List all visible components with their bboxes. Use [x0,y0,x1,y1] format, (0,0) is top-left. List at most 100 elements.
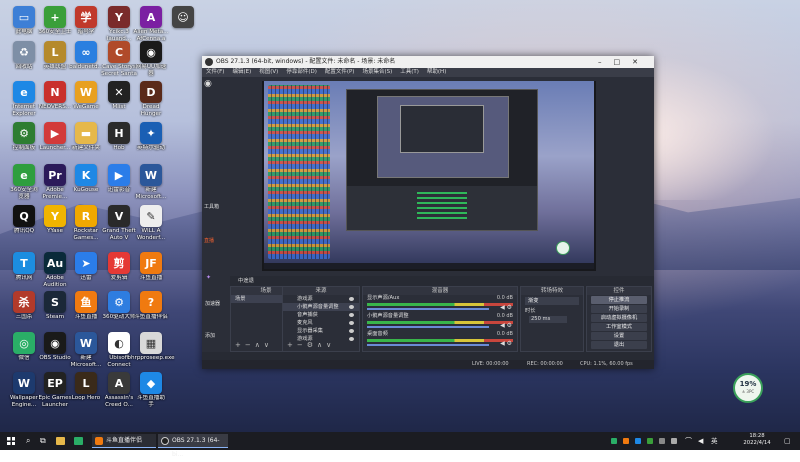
taskbar-app-obs[interactable]: OBS 27.1.3 (64-bi... [158,434,228,458]
menu-item-5[interactable]: 场景集合(S) [362,69,392,75]
desktop-icon-label: 新建 Microsoft... [135,187,167,200]
obs-preview[interactable] [262,81,596,271]
menu-item-0[interactable]: 文件(F) [206,69,224,75]
obs-titlebar[interactable]: OBS 27.1.3 (64-bit, windows) - 配置文件: 未命名… [202,56,654,68]
taskbar-app-label-1: OBS 27.1.3 (64-bi... [172,437,220,458]
tray-misc-icon[interactable] [659,438,665,444]
nested-preview-inner [400,105,484,153]
volume-meter [367,321,513,324]
volume-slider[interactable] [367,344,489,346]
status-live: LIVE: 00:00:00 [472,361,509,367]
left-tab-live[interactable]: 直播 [204,237,214,244]
transition-duration-row: 时长 250 ms [525,307,579,323]
taskbar-app-douyu[interactable]: 斗鱼直播伴侣 [92,434,156,448]
search-icon[interactable]: ⌕ [26,434,30,448]
control-button-1[interactable]: 开始录制 [591,305,647,313]
desktop-icon-douyu-assistant[interactable]: ◆ 斗鱼直播助 手 [127,370,175,416]
source-item[interactable]: 游戏源 [283,295,359,303]
dock-side-labels: 加速器 添加 ✦ [202,274,230,352]
desktop-icon-label: 斗鱼直播 [139,275,163,281]
notification-icon[interactable]: ▢ [784,434,791,448]
status-cpu: CPU: 1.1%, 60.00 fps [580,361,633,367]
anhao-icon: 学 [75,6,97,28]
network-icon[interactable]: ⌒ [685,434,692,448]
tray-douyu-icon[interactable] [623,438,629,444]
speaker-icon[interactable]: ◀ ⚙ [500,322,512,329]
obs-app-icon [205,58,213,66]
control-button-5[interactable]: 退出 [591,341,647,349]
wechat-taskbar-icon[interactable] [74,437,83,445]
douyu-companion-icon: ? [140,291,162,313]
tray-overflow-icon[interactable] [671,438,677,444]
control-button-4[interactable]: 设置 [591,332,647,340]
source-label: 显示器采集 [297,328,323,334]
transition-select[interactable]: 渐变 [525,297,579,305]
desktop-icon-dread-hunger[interactable]: D Dread Hunger [127,79,175,125]
minimize-icon[interactable]: – [598,58,614,66]
floating-widget[interactable]: 19% ± 3PC [733,373,763,403]
desktop-icon-douyu-companion[interactable]: ? 斗鱼直播伴侣 [127,289,175,335]
control-button-3[interactable]: 工作室模式 [591,323,647,331]
menu-item-6[interactable]: 工具(T) [400,69,419,75]
left-tab-toolbox[interactable]: 工具箱 [204,203,219,210]
visibility-eye-icon[interactable] [349,329,354,333]
control-button-0[interactable]: 停止推流 [591,296,647,304]
duration-label: 时长 [525,308,536,314]
source-item[interactable]: 小鹅声源音量调整 [283,303,359,311]
widget-percent: 19% [739,380,757,388]
desktop-icon-intel[interactable]: ✦ 英特尔驱动 [127,120,175,166]
add-source-icon[interactable]: + [287,341,297,349]
remove-source-icon[interactable]: − [297,341,307,349]
visibility-eye-icon[interactable] [349,321,354,325]
douyu-icon-2: JF [140,252,162,274]
mixer-track-db: 0.0 dB [496,295,513,301]
add-scene-icon[interactable]: + [235,341,245,349]
source-down-icon[interactable]: ∨ [326,341,335,349]
close-icon[interactable]: ✕ [632,58,650,66]
menu-item-7[interactable]: 帮助(H) [427,69,446,75]
source-up-icon[interactable]: ∧ [317,341,326,349]
menu-item-4[interactable]: 配置文件(P) [325,69,355,75]
input-language[interactable]: 英 [711,434,718,448]
visibility-eye-icon[interactable] [349,305,354,309]
desktop-icon-steam-deck[interactable]: ☺ [159,4,207,50]
desktop-icon-word[interactable]: W 新建 Microsoft... [127,162,175,208]
control-button-2[interactable]: 启动虚拟摄像机 [591,314,647,322]
exe-icon: ▦ [140,332,162,354]
volume-slider[interactable] [367,308,489,310]
remove-scene-icon[interactable]: − [245,341,255,349]
task-view-icon[interactable]: ⧉ [40,434,46,448]
menu-item-3[interactable]: 停靠部件(D) [286,69,317,75]
tray-360-icon[interactable] [647,438,653,444]
tray-wechat-icon[interactable] [611,438,617,444]
volume-slider[interactable] [367,326,489,328]
menu-item-2[interactable]: 视图(V) [259,69,278,75]
speaker-icon[interactable]: ◀ ⚙ [500,340,512,347]
visibility-eye-icon[interactable] [349,337,354,341]
source-item[interactable]: 显示器采集 [283,327,359,335]
will-icon: ✎ [140,205,162,227]
file-explorer-icon[interactable] [56,437,65,445]
maximize-icon[interactable]: □ [614,58,633,66]
scene-up-icon[interactable]: ∧ [255,341,264,349]
dread-hunger-icon: D [140,81,162,103]
source-item[interactable]: 麦克风 [283,319,359,327]
transitions-header: 转场特效 [521,287,583,295]
menu-item-1[interactable]: 编辑(E) [232,69,251,75]
speaker-icon[interactable]: ◀ ⚙ [500,304,512,311]
kugou-icon: K [75,164,97,186]
taskbar: ⌕ ⧉ 斗鱼直播伴侣 OBS 27.1.3 (64-bi... ⌒ ◀ 英 18… [0,432,800,458]
clock[interactable]: 18:28 2022/4/14 [738,433,776,447]
visibility-eye-icon[interactable] [349,297,354,301]
source-settings-icon[interactable]: ⚙ [307,341,317,349]
desktop-icon-will[interactable]: ✎ WILL A Wonderf... [127,203,175,249]
visibility-eye-icon[interactable] [349,313,354,317]
tray-app-icon[interactable] [635,438,641,444]
duration-input[interactable]: 250 ms [529,316,567,323]
volume-icon[interactable]: ◀ [698,434,703,448]
obs-window[interactable]: OBS 27.1.3 (64-bit, windows) - 配置文件: 未命名… [202,56,654,369]
scene-down-icon[interactable]: ∨ [264,341,273,349]
source-item[interactable]: 音声捕获 [283,311,359,319]
desktop-icon-label: 斗鱼直播助 手 [137,395,165,408]
windows-start-icon[interactable] [7,437,15,445]
